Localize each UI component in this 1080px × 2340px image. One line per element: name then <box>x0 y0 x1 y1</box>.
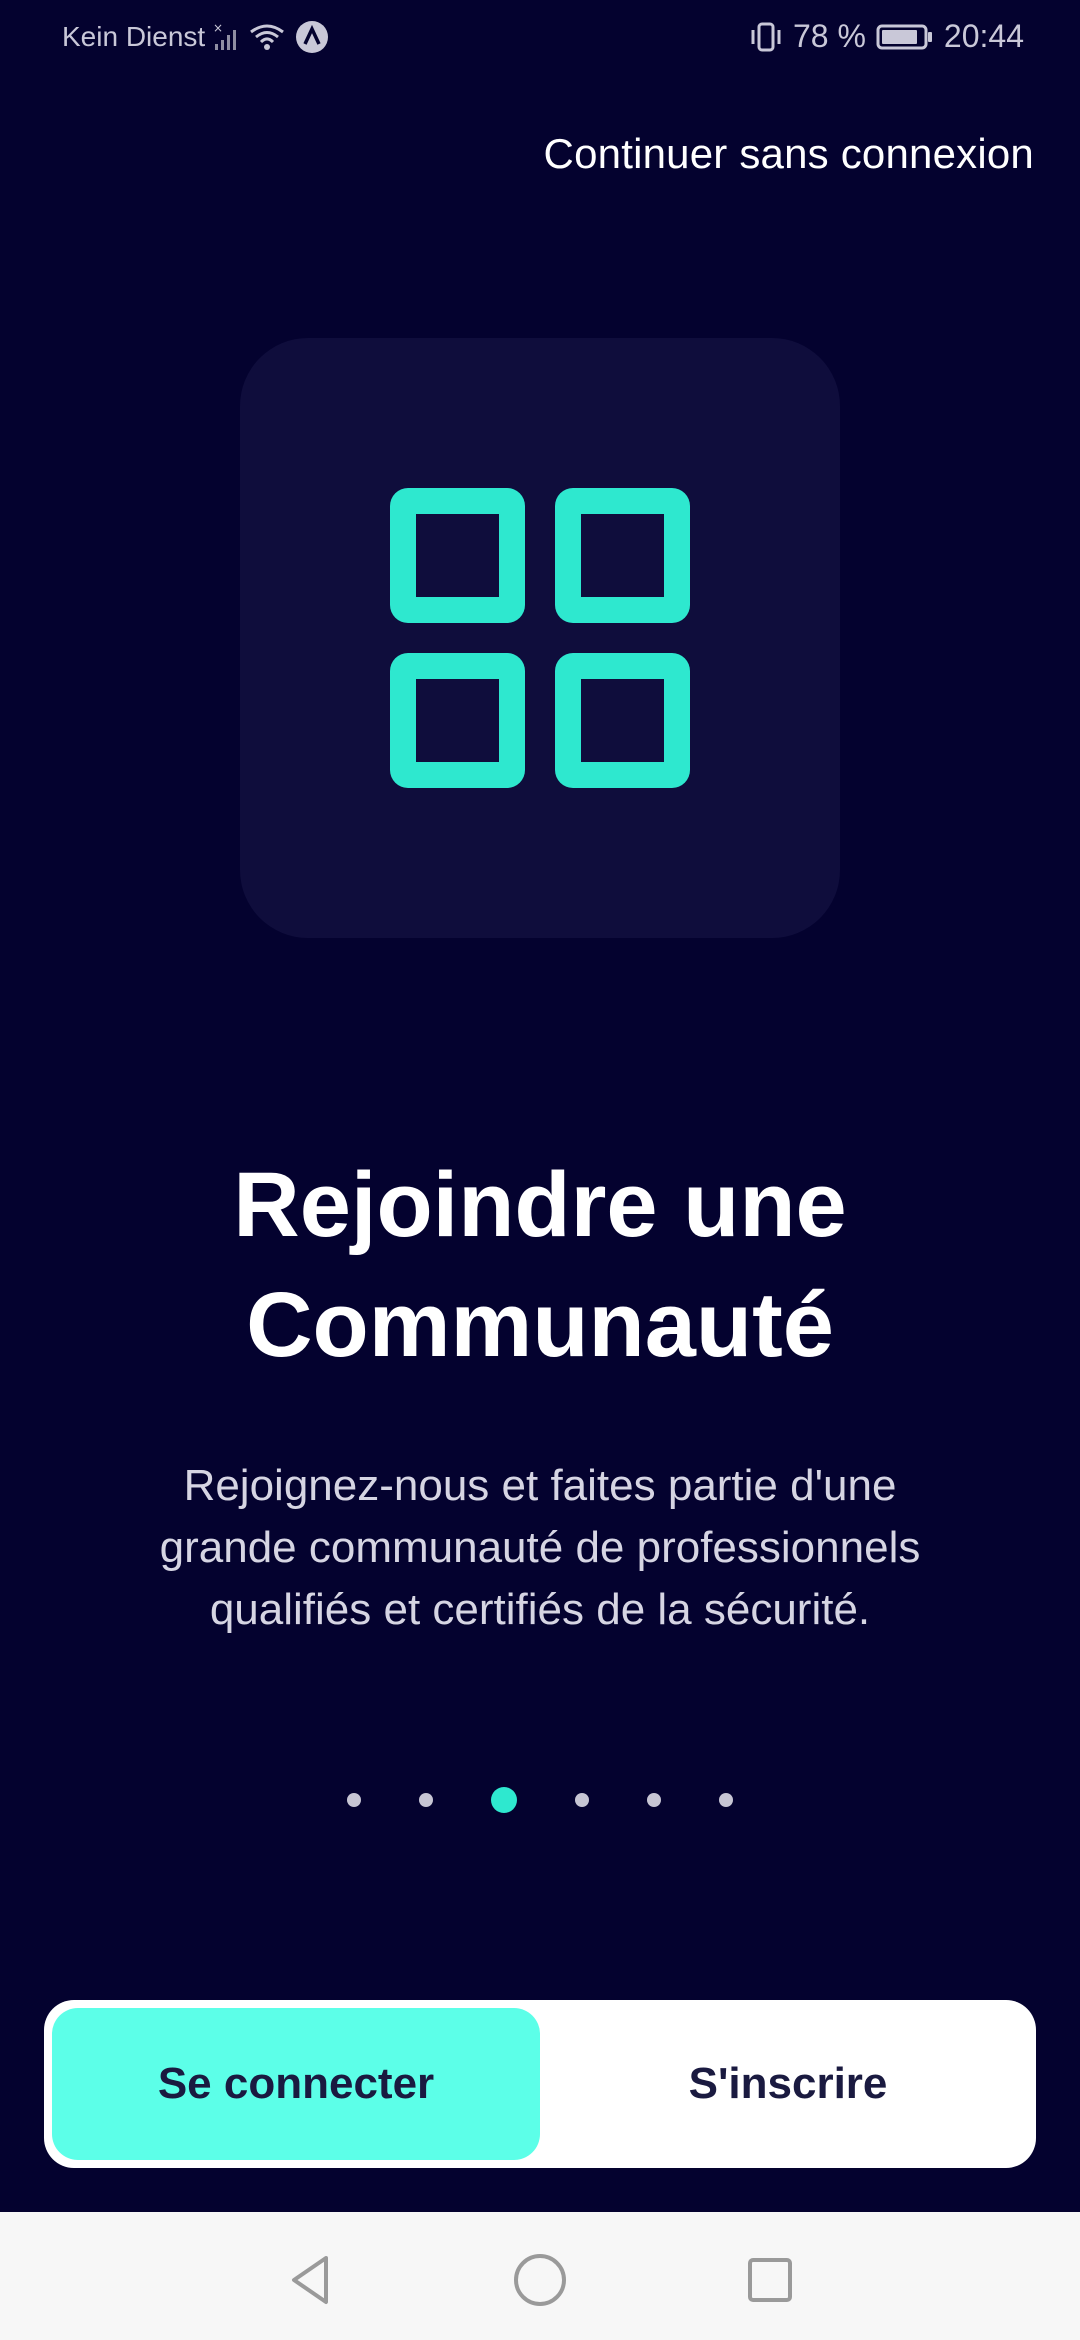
description-line-1: Rejoignez-nous et faites partie d'une <box>183 1461 897 1510</box>
signup-button[interactable]: S'inscrire <box>548 2008 1028 2160</box>
illustration-card <box>240 338 840 938</box>
pager-dot-active <box>491 1787 517 1813</box>
title-line-2: Communauté <box>246 1274 834 1376</box>
recent-apps-icon[interactable] <box>740 2250 800 2310</box>
status-bar: Kein Dienst × 78 % 20:44 <box>0 0 1080 76</box>
clock: 20:44 <box>943 18 1024 54</box>
pager-dot <box>347 1793 361 1807</box>
page-title: Rejoindre une Communauté <box>0 1145 1080 1385</box>
pager-dot <box>575 1793 589 1807</box>
auth-switch: Se connecter S'inscrire <box>44 2000 1036 2168</box>
description-line-3: qualifiés et certifiés de la sécurité. <box>209 1585 871 1634</box>
wifi-icon <box>247 22 287 52</box>
battery-icon <box>876 23 934 51</box>
battery-percent: 78 % <box>792 18 866 54</box>
description: Rejoignez-nous et faites partie d'une gr… <box>100 1455 980 1641</box>
status-right: 78 % 20:44 <box>749 18 1024 55</box>
continue-without-login-link[interactable]: Continuer sans connexion <box>544 130 1034 178</box>
pager-dot <box>419 1793 433 1807</box>
data-saver-icon <box>295 20 329 54</box>
login-button[interactable]: Se connecter <box>52 2008 540 2160</box>
pager-dot <box>647 1793 661 1807</box>
title-line-1: Rejoindre une <box>233 1154 847 1256</box>
carrier-text: Kein Dienst <box>62 21 206 52</box>
status-left: Kein Dienst × <box>62 20 329 54</box>
vibrate-icon <box>749 21 783 53</box>
no-signal-icon: × <box>213 22 239 52</box>
home-icon[interactable] <box>510 2250 570 2310</box>
description-line-2: grande communauté de professionnels <box>159 1523 921 1572</box>
system-nav-bar <box>0 2212 1080 2340</box>
svg-text:×: × <box>213 22 223 35</box>
back-icon[interactable] <box>280 2250 340 2310</box>
grid-icon <box>390 488 690 788</box>
pager-dots <box>0 1782 1080 1818</box>
pager-dot <box>719 1793 733 1807</box>
